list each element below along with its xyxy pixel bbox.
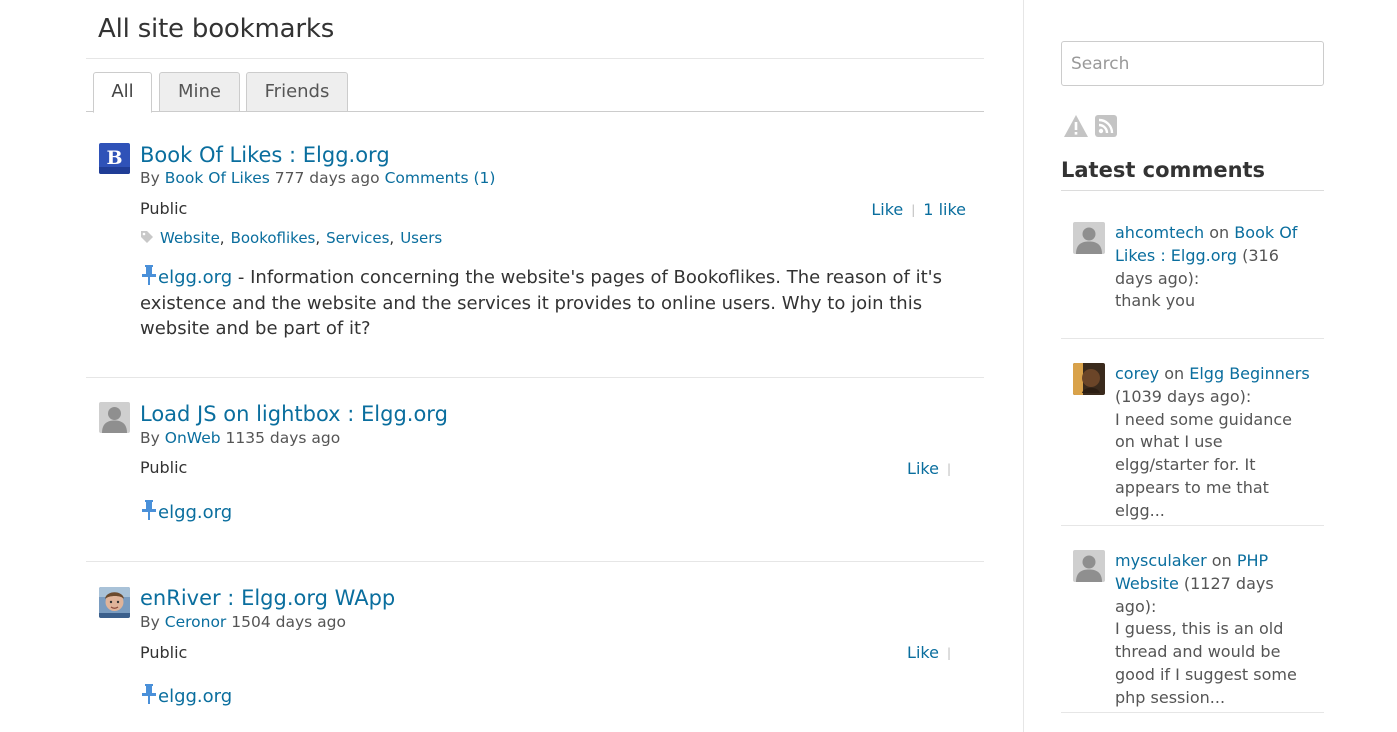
- comment-author-link[interactable]: mysculaker: [1115, 551, 1207, 570]
- bookmark-description: elgg.org - Information concerning the we…: [140, 264, 975, 342]
- comment-divider: [1061, 712, 1324, 713]
- svg-text:B: B: [106, 147, 122, 169]
- author-link[interactable]: OnWeb: [165, 429, 221, 447]
- access-level: Public: [140, 458, 188, 477]
- heading-divider: [1061, 190, 1324, 191]
- default-user-icon: [99, 402, 130, 433]
- tag-icon: [141, 231, 153, 243]
- age-text: 777 days ago: [274, 169, 380, 187]
- comment-text: mysculaker on PHP Website (1127 days ago…: [1115, 550, 1315, 710]
- bookmark-title[interactable]: enRiver : Elgg.org WApp: [140, 586, 395, 610]
- comment-target-link[interactable]: Elgg Beginners: [1189, 364, 1309, 383]
- likes-menu: Like |: [907, 459, 959, 478]
- warning-icon[interactable]: [1063, 113, 1089, 139]
- like-button[interactable]: Like: [871, 200, 903, 219]
- page-title: All site bookmarks: [98, 14, 335, 44]
- comment-divider: [1061, 525, 1324, 526]
- tab-mine[interactable]: Mine: [159, 72, 240, 112]
- tab-all[interactable]: All: [93, 72, 152, 113]
- like-button[interactable]: Like: [907, 643, 939, 662]
- filter-tabs: All Mine Friends: [86, 72, 984, 113]
- age-text: 1135 days ago: [225, 429, 341, 447]
- rss-icon[interactable]: [1095, 115, 1117, 137]
- like-count-link[interactable]: 1 like: [923, 200, 966, 219]
- book-of-likes-logo-icon: B: [99, 143, 130, 174]
- access-level: Public: [140, 199, 188, 218]
- author-link[interactable]: Book Of Likes: [165, 169, 270, 187]
- comment-age: (1039 days ago):: [1115, 386, 1252, 406]
- comment-excerpt: thank you: [1115, 291, 1196, 311]
- latest-comments-heading: Latest comments: [1061, 158, 1266, 182]
- bookmark-link[interactable]: elgg.org: [158, 502, 232, 523]
- tab-friends[interactable]: Friends: [246, 72, 348, 112]
- bookmark-description: elgg.org: [140, 683, 975, 710]
- tag-list: Website, Bookoflikes, Services, Users: [140, 229, 442, 247]
- comment-divider: [1061, 338, 1324, 339]
- author-link[interactable]: Ceronor: [165, 613, 227, 631]
- item-divider: [86, 561, 984, 562]
- pushpin-icon: [142, 265, 156, 285]
- bookmark-title[interactable]: Load JS on lightbox : Elgg.org: [140, 402, 448, 426]
- by-label: By: [140, 169, 160, 187]
- tag-link[interactable]: Users: [400, 229, 442, 247]
- bookmark-byline: By Book Of Likes 777 days ago Comments (…: [140, 169, 495, 187]
- on-label: on: [1164, 364, 1185, 383]
- comment-excerpt: I guess, this is an old thread and would…: [1115, 619, 1297, 707]
- sidebar-divider: [1023, 0, 1024, 732]
- avatar[interactable]: [1073, 222, 1105, 254]
- pushpin-icon: [142, 500, 156, 520]
- user-photo-icon: [1073, 363, 1105, 395]
- comment-excerpt: I need some guidance on what I use elgg/…: [1115, 409, 1292, 520]
- likes-menu: Like | 1 like: [871, 200, 966, 219]
- item-divider: [86, 377, 984, 378]
- description-text: - Information concerning the website's p…: [140, 267, 943, 339]
- on-label: on: [1209, 223, 1230, 242]
- by-label: By: [140, 429, 160, 447]
- bookmark-link[interactable]: elgg.org: [158, 686, 232, 707]
- default-user-icon: [1073, 222, 1105, 254]
- comments-link[interactable]: Comments (1): [385, 169, 496, 187]
- comment-author-link[interactable]: corey: [1115, 364, 1159, 383]
- avatar[interactable]: [1073, 550, 1105, 582]
- menu-separator: |: [911, 203, 916, 217]
- access-level: Public: [140, 643, 188, 662]
- bookmark-byline: By Ceronor 1504 days ago: [140, 613, 346, 631]
- comment-author-link[interactable]: ahcomtech: [1115, 223, 1204, 242]
- tag-link[interactable]: Bookoflikes: [231, 229, 316, 247]
- bookmark-byline: By OnWeb 1135 days ago: [140, 429, 340, 447]
- on-label: on: [1211, 551, 1232, 570]
- avatar[interactable]: B: [99, 143, 130, 174]
- avatar[interactable]: [99, 402, 130, 433]
- menu-separator: |: [946, 462, 951, 476]
- comment-text: ahcomtech on Book Of Likes : Elgg.org (3…: [1115, 222, 1315, 313]
- likes-menu: Like |: [907, 643, 959, 662]
- title-divider: [86, 58, 984, 59]
- bookmark-link[interactable]: elgg.org: [158, 267, 232, 288]
- menu-separator: |: [946, 646, 951, 660]
- like-button[interactable]: Like: [907, 459, 939, 478]
- by-label: By: [140, 613, 160, 631]
- age-text: 1504 days ago: [231, 613, 346, 631]
- avatar[interactable]: [99, 587, 130, 618]
- user-photo-icon: [99, 587, 130, 618]
- bookmark-description: elgg.org: [140, 499, 975, 526]
- search-input[interactable]: [1061, 41, 1324, 86]
- comment-text: corey on Elgg Beginners (1039 days ago):…: [1115, 363, 1315, 523]
- bookmark-title[interactable]: Book Of Likes : Elgg.org: [140, 143, 390, 167]
- tag-link[interactable]: Services: [326, 229, 389, 247]
- default-user-icon: [1073, 550, 1105, 582]
- pushpin-icon: [142, 684, 156, 704]
- avatar[interactable]: [1073, 363, 1105, 395]
- tag-link[interactable]: Website: [160, 229, 220, 247]
